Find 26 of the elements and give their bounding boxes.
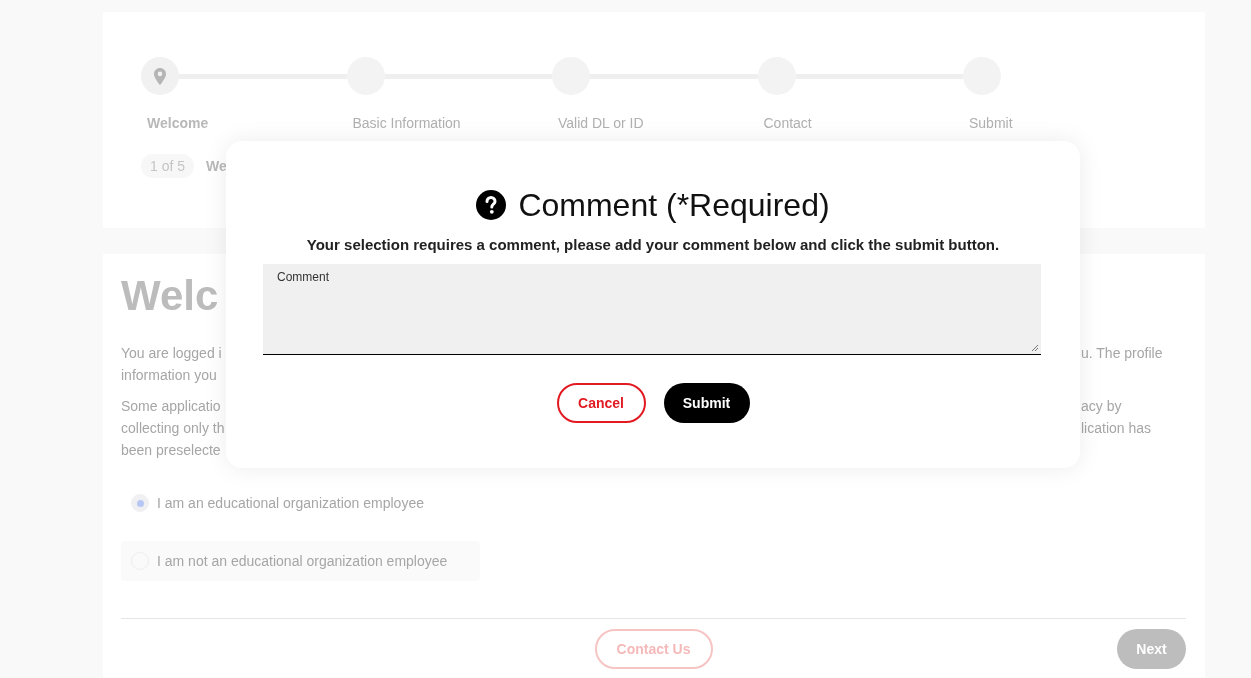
paragraph-text: been preselecte xyxy=(121,442,221,458)
paragraph-text: u. The profile xyxy=(1081,345,1163,361)
paragraph-text: You are logged i xyxy=(121,345,222,361)
dialog-message: Your selection requires a comment, please add your comment below and click the submit button. xyxy=(306,236,1000,253)
option-label[interactable]: I am an educational organization employee xyxy=(157,495,424,511)
help-icon xyxy=(476,190,507,220)
paragraph-text: information you xyxy=(121,367,217,383)
radio-button[interactable] xyxy=(131,494,149,512)
paragraph-text: Some applicatio xyxy=(121,398,221,414)
submit-button[interactable]: Submit xyxy=(663,383,750,423)
page-heading: Welc xyxy=(121,271,219,321)
step-title: We xyxy=(206,158,227,174)
dialog-title: Comment (*Required) xyxy=(518,186,830,224)
step-label[interactable]: Contact xyxy=(763,115,812,131)
step-label[interactable]: Welcome xyxy=(147,115,209,131)
contact-us-button[interactable]: Contact Us xyxy=(594,629,713,669)
location-pin-icon xyxy=(154,67,166,85)
paragraph-text: acy by xyxy=(1081,398,1122,414)
paragraph-text: lication has xyxy=(1081,420,1152,436)
comment-field[interactable]: Comment xyxy=(263,264,1041,355)
cancel-button[interactable]: Cancel xyxy=(556,383,646,423)
paragraph-text: collecting only th xyxy=(121,420,225,436)
step-label[interactable]: Valid DL or ID xyxy=(558,115,644,131)
step-label[interactable]: Basic Information xyxy=(352,115,461,131)
resize-grip-icon xyxy=(1031,344,1039,352)
step-label[interactable]: Submit xyxy=(969,115,1013,131)
